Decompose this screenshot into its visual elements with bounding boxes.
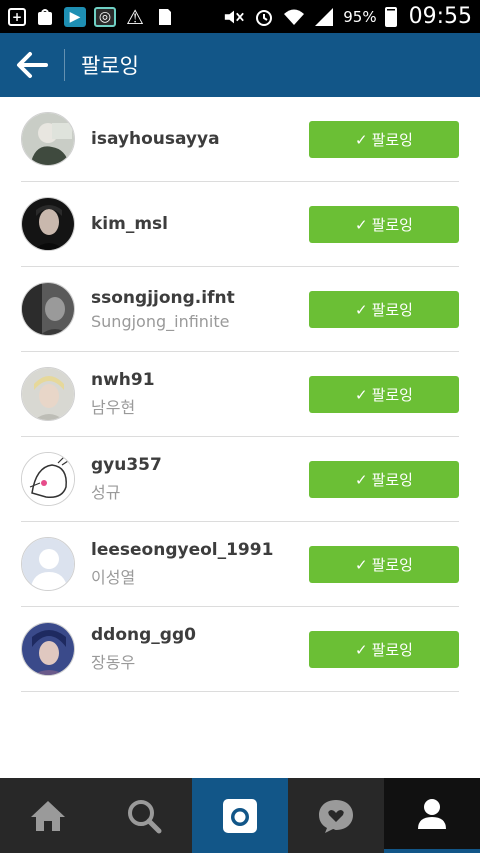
check-icon: ✓ <box>355 470 368 489</box>
following-button-label: 팔로잉 <box>371 556 413 574</box>
document-icon <box>154 7 176 27</box>
list-item[interactable]: ssongjjong.ifnt Sungjong_infinite ✓ 팔로잉 <box>21 267 459 352</box>
avatar[interactable] <box>21 367 75 421</box>
following-button[interactable]: ✓ 팔로잉 <box>309 291 459 328</box>
tab-activity[interactable] <box>288 778 384 853</box>
following-button[interactable]: ✓ 팔로잉 <box>309 546 459 583</box>
clock: 09:55 <box>408 4 472 29</box>
following-button-label: 팔로잉 <box>371 641 413 659</box>
list-item[interactable]: isayhousayya ✓ 팔로잉 <box>21 97 459 182</box>
avatar[interactable] <box>21 197 75 251</box>
tab-profile[interactable] <box>384 778 480 853</box>
wifi-icon <box>283 7 305 27</box>
list-item[interactable]: ddong_gg0 장동우 ✓ 팔로잉 <box>21 607 459 692</box>
warning-icon: ⚠ <box>126 4 144 29</box>
battery-percent: 95% <box>343 7 377 26</box>
check-icon: ✓ <box>355 300 368 319</box>
avatar[interactable] <box>21 452 75 506</box>
following-button-label: 팔로잉 <box>371 471 413 489</box>
battery-icon <box>384 6 397 27</box>
following-button[interactable]: ✓ 팔로잉 <box>309 121 459 158</box>
signal-icon <box>313 7 335 27</box>
home-icon <box>31 800 65 831</box>
camera-icon <box>223 798 257 833</box>
camera-app-icon: ◎ <box>94 6 116 27</box>
app-bar: 팔로잉 <box>0 33 480 97</box>
avatar[interactable] <box>21 282 75 336</box>
following-button[interactable]: ✓ 팔로잉 <box>309 631 459 668</box>
avatar[interactable] <box>21 112 75 166</box>
list-item[interactable]: leeseongyeol_1991 이성열 ✓ 팔로잉 <box>21 522 459 607</box>
shopping-bag-icon <box>34 7 56 27</box>
check-icon: ✓ <box>355 555 368 574</box>
activity-icon <box>319 799 353 833</box>
mute-icon <box>223 7 245 27</box>
avatar[interactable] <box>21 537 75 591</box>
following-button[interactable]: ✓ 팔로잉 <box>309 206 459 243</box>
following-button-label: 팔로잉 <box>371 131 413 149</box>
search-icon <box>128 799 162 833</box>
check-icon: ✓ <box>355 215 368 234</box>
following-list: isayhousayya ✓ 팔로잉 kim_msl ✓ 팔로잉 ssongjj… <box>0 97 480 692</box>
alarm-icon <box>253 7 275 27</box>
default-avatar-icon <box>22 538 74 590</box>
app-notification-icon: ▶ <box>64 6 86 27</box>
check-icon: ✓ <box>355 130 368 149</box>
app-bar-divider <box>64 49 65 81</box>
tab-search[interactable] <box>96 778 192 853</box>
tab-home[interactable] <box>0 778 96 853</box>
avatar[interactable] <box>21 622 75 676</box>
tab-camera[interactable] <box>192 778 288 853</box>
list-item[interactable]: nwh91 남우현 ✓ 팔로잉 <box>21 352 459 437</box>
check-icon: ✓ <box>355 640 368 659</box>
profile-icon <box>418 798 446 829</box>
list-item[interactable]: kim_msl ✓ 팔로잉 <box>21 182 459 267</box>
following-button-label: 팔로잉 <box>371 386 413 404</box>
list-item[interactable]: gyu357 성규 ✓ 팔로잉 <box>21 437 459 522</box>
following-button-label: 팔로잉 <box>371 216 413 234</box>
following-button-label: 팔로잉 <box>371 301 413 319</box>
status-bar: + ▶ ◎ ⚠ 95% 09:55 <box>0 0 480 33</box>
following-button[interactable]: ✓ 팔로잉 <box>309 461 459 498</box>
check-icon: ✓ <box>355 385 368 404</box>
following-button[interactable]: ✓ 팔로잉 <box>309 376 459 413</box>
page-title: 팔로잉 <box>81 54 139 78</box>
bottom-tab-bar <box>0 778 480 853</box>
add-notification-icon: + <box>8 7 26 26</box>
back-button[interactable] <box>0 33 64 97</box>
back-arrow-icon <box>17 52 48 78</box>
